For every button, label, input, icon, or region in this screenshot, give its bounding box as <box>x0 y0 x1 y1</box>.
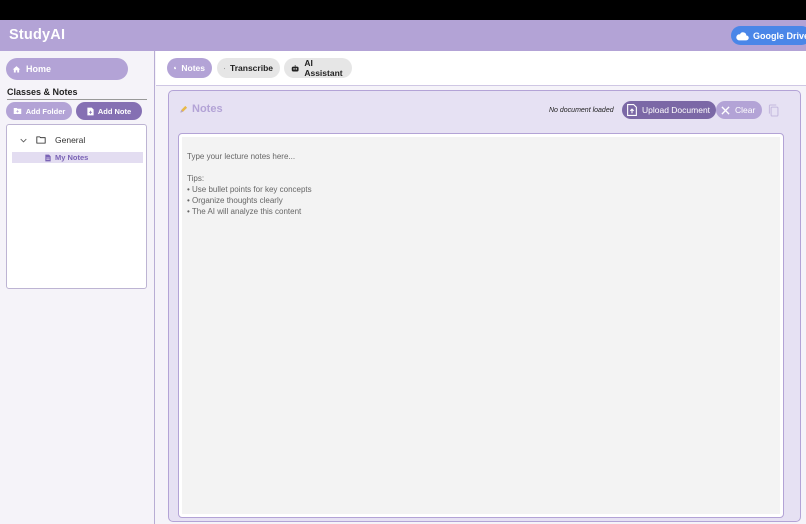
section-divider <box>7 99 147 100</box>
add-folder-button[interactable]: Add Folder <box>6 102 72 120</box>
tree-note-my-notes[interactable]: My Notes <box>12 152 143 163</box>
notes-title: Notes <box>192 103 223 115</box>
notes-panel: Notes No document loaded Upload Document… <box>168 90 801 522</box>
editor-frame <box>178 133 784 518</box>
notes-icon <box>174 66 177 70</box>
tab-ai-assistant[interactable]: AI Assistant <box>284 58 352 78</box>
sidebar: Home Classes & Notes Add Folder Add Note… <box>0 51 155 524</box>
home-label: Home <box>26 64 52 74</box>
notes-heading: Notes <box>179 103 223 115</box>
tab-transcribe-label: Transcribe <box>230 63 273 73</box>
home-button[interactable]: Home <box>6 58 128 80</box>
cloud-icon <box>736 31 749 40</box>
classes-notes-title: Classes & Notes <box>7 87 78 97</box>
document-icon <box>45 154 51 161</box>
add-note-button[interactable]: Add Note <box>76 102 142 120</box>
close-icon <box>721 105 730 115</box>
tab-bar: Notes Transcribe AI Assistant <box>156 51 806 86</box>
tab-transcribe[interactable]: Transcribe <box>217 58 280 78</box>
app-window: StudyAI Google Drive Home Classes & Note… <box>0 20 806 524</box>
clear-label: Clear <box>735 105 756 115</box>
folder-icon <box>36 136 46 144</box>
notes-editor[interactable] <box>182 137 780 514</box>
robot-icon <box>291 64 299 72</box>
tab-notes-label: Notes <box>181 63 205 73</box>
pencil-icon <box>180 105 188 113</box>
document-status: No document loaded <box>549 107 614 114</box>
tab-notes[interactable]: Notes <box>167 58 212 78</box>
google-drive-label: Google Drive <box>753 30 806 41</box>
add-folder-label: Add Folder <box>25 106 66 116</box>
home-icon <box>12 65 21 72</box>
chevron-down-icon[interactable] <box>20 138 27 143</box>
add-note-label: Add Note <box>97 106 132 116</box>
google-drive-button[interactable]: Google Drive <box>731 26 806 45</box>
main-content: Notes Transcribe AI Assistant Notes No d… <box>156 51 806 524</box>
note-plus-icon <box>87 107 94 115</box>
tree-folder-general[interactable]: General <box>20 135 85 145</box>
folder-name: General <box>55 135 86 145</box>
note-name: My Notes <box>55 153 89 162</box>
upload-label: Upload Document <box>642 105 711 115</box>
app-header: StudyAI Google Drive <box>0 20 806 51</box>
folder-plus-icon <box>13 108 21 114</box>
copy-icon <box>768 104 778 116</box>
clear-button[interactable]: Clear <box>716 101 762 119</box>
upload-document-button[interactable]: Upload Document <box>622 101 716 119</box>
tab-ai-label: AI Assistant <box>304 58 343 78</box>
copy-button[interactable] <box>766 102 780 118</box>
microphone-icon <box>224 67 225 69</box>
folder-tree: General My Notes <box>6 124 147 289</box>
app-title: StudyAI <box>9 27 66 43</box>
upload-file-icon <box>627 104 637 116</box>
